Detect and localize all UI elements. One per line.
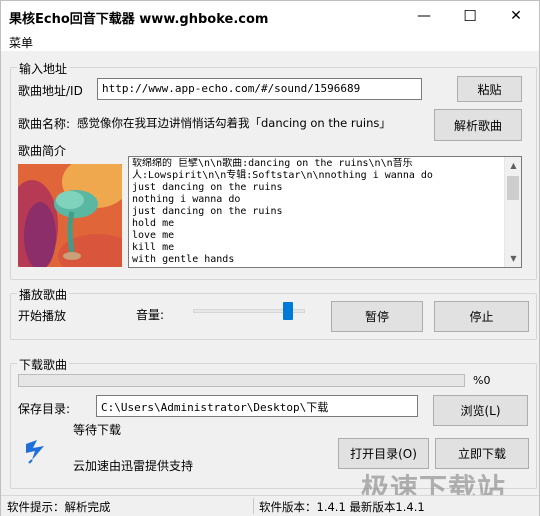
cloud-support-text: 云加速由迅雷提供支持	[73, 459, 194, 473]
description-line: kill me	[132, 242, 175, 253]
volume-label: 音量:	[136, 308, 165, 322]
minimize-icon: —	[417, 8, 431, 24]
menu-item-main[interactable]: 菜单	[9, 34, 33, 51]
scroll-thumb[interactable]	[507, 176, 519, 200]
play-status: 开始播放	[18, 309, 67, 323]
close-icon: ✕	[510, 8, 522, 24]
scroll-down-icon[interactable]: ▼	[505, 250, 521, 267]
description-line: just dancing on the ruins	[132, 206, 283, 217]
description-text: 软绵绵的 巨擘\n\n歌曲:dancing on the ruins\n\n音乐…	[132, 158, 504, 266]
description-line: with gentle hands	[132, 254, 235, 265]
description-line: 人:Lowspirit\n\n专辑:Softstar\n\nnothing i …	[132, 170, 433, 181]
maximize-icon: ☐	[463, 7, 477, 25]
download-progress-bar	[18, 374, 465, 387]
volume-slider-thumb[interactable]	[282, 302, 293, 320]
description-textarea[interactable]: 软绵绵的 巨擘\n\n歌曲:dancing on the ruins\n\n音乐…	[128, 156, 522, 268]
menu-bar: 菜单	[1, 31, 539, 51]
status-separator	[253, 498, 254, 514]
download-now-button[interactable]: 立即下载	[435, 438, 529, 469]
play-group-title: 播放歌曲	[17, 286, 70, 303]
save-dir-label: 保存目录:	[18, 402, 71, 416]
description-scrollbar[interactable]: ▲ ▼	[504, 157, 521, 267]
url-input[interactable]: http://www.app-echo.com/#/sound/1596689	[97, 78, 422, 100]
description-line: 软绵绵的 巨擘\n\n歌曲:dancing on the ruins\n\n音乐	[132, 158, 413, 169]
scroll-up-icon[interactable]: ▲	[505, 157, 521, 174]
maximize-button[interactable]: ☐	[447, 1, 493, 31]
paste-button[interactable]: 粘贴	[457, 76, 522, 102]
album-cover-art	[18, 164, 122, 267]
pause-button[interactable]: 暂停	[331, 301, 423, 332]
stop-button[interactable]: 停止	[434, 301, 529, 332]
song-name-value: 感觉像你在我耳边讲悄悄话勾着我「dancing on the ruins」	[77, 116, 391, 130]
status-hint: 软件提示：解析完成	[7, 500, 111, 514]
download-status: 等待下载	[73, 423, 122, 437]
download-group-title: 下载歌曲	[17, 356, 70, 373]
description-line: just dancing on the ruins	[132, 182, 283, 193]
description-label: 歌曲简介	[18, 144, 67, 158]
status-version: 软件版本：1.4.1 最新版本1.4.1	[259, 500, 425, 514]
input-group-title: 输入地址	[17, 60, 70, 77]
browse-button[interactable]: 浏览(L)	[433, 395, 528, 426]
parse-song-button[interactable]: 解析歌曲	[434, 109, 522, 141]
thunder-bird-icon	[23, 438, 47, 464]
song-name-label: 歌曲名称:	[18, 117, 71, 131]
description-line: nothing i wanna do	[132, 194, 241, 205]
window-title: 果核Echo回音下载器 www.ghboke.com	[9, 12, 269, 27]
description-line: hold me	[132, 218, 175, 229]
open-dir-button[interactable]: 打开目录(O)	[338, 438, 429, 469]
download-progress-text: %0	[473, 374, 491, 387]
app-window: 果核Echo回音下载器 www.ghboke.com — ☐ ✕ 菜单 输入地址…	[0, 0, 540, 516]
status-bar: 软件提示：解析完成 软件版本：1.4.1 最新版本1.4.1	[1, 495, 539, 516]
album-cover	[18, 164, 122, 267]
url-label: 歌曲地址/ID	[18, 84, 83, 98]
minimize-button[interactable]: —	[401, 1, 447, 31]
close-button[interactable]: ✕	[493, 1, 539, 31]
description-line: love me	[132, 230, 175, 241]
title-bar: 果核Echo回音下载器 www.ghboke.com — ☐ ✕	[1, 1, 539, 31]
save-dir-input[interactable]: C:\Users\Administrator\Desktop\下载	[96, 395, 418, 417]
